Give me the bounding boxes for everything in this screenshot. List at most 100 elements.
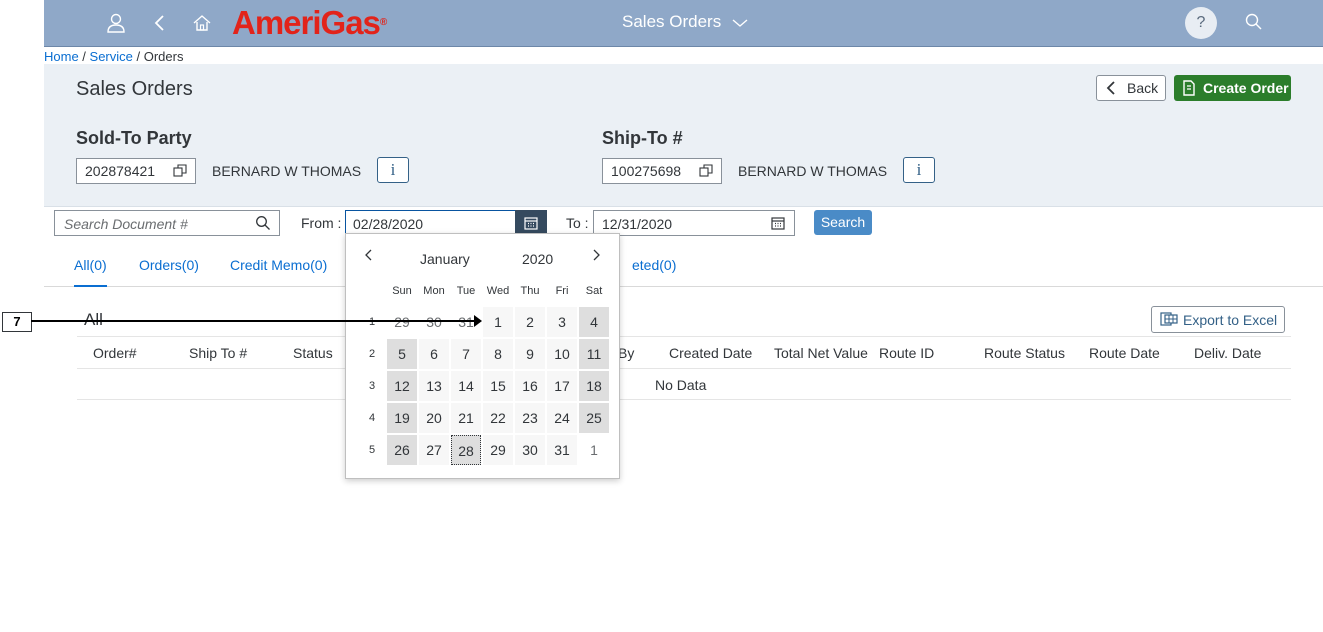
calendar-day[interactable]: 10	[547, 339, 577, 369]
calendar-day[interactable]: 21	[451, 403, 481, 433]
ship-to-id-field[interactable]: 100275698	[602, 158, 722, 184]
ship-to-info-button[interactable]: i	[903, 157, 935, 183]
user-icon[interactable]	[104, 11, 128, 35]
calendar-day[interactable]: 19	[387, 403, 417, 433]
calendar-day[interactable]: 15	[483, 371, 513, 401]
date-picker-popover: January 2020 Sun Mon Tue Wed Thu Fri Sat…	[345, 233, 620, 479]
calendar-day[interactable]: 12	[387, 371, 417, 401]
breadcrumb-home[interactable]: Home	[44, 49, 79, 64]
export-to-excel-button[interactable]: Export to Excel	[1151, 306, 1285, 333]
calendar-day[interactable]: 1	[579, 435, 609, 465]
chevron-right-icon[interactable]	[591, 248, 601, 267]
back-button-label: Back	[1127, 80, 1159, 96]
calendar-day[interactable]: 27	[419, 435, 449, 465]
calendar-day[interactable]: 24	[547, 403, 577, 433]
calendar-icon[interactable]	[771, 216, 785, 230]
sold-to-id-field[interactable]: 202878421	[76, 158, 196, 184]
tab-deleted[interactable]: eted(0)	[632, 257, 676, 273]
calendar-day[interactable]: 11	[579, 339, 609, 369]
shell-title-text: Sales Orders	[622, 12, 722, 31]
tab-all[interactable]: All(0)	[74, 257, 107, 287]
tab-bar: All(0) Orders(0) Credit Memo(0) eted(0)	[44, 250, 1323, 287]
chevron-left-icon	[1106, 81, 1115, 95]
calendar-day[interactable]: 30	[515, 435, 545, 465]
sold-to-name: BERNARD W THOMAS	[212, 163, 362, 179]
export-to-excel-label: Export to Excel	[1183, 312, 1278, 328]
calendar-day[interactable]: 17	[547, 371, 577, 401]
to-date-input[interactable]: 12/31/2020	[593, 210, 795, 236]
sold-to-label: Sold-To Party	[76, 128, 192, 148]
chevron-left-icon[interactable]	[364, 248, 374, 267]
column-header[interactable]: Route Date	[1089, 345, 1160, 361]
search-document-input[interactable]: Search Document #	[54, 210, 280, 236]
to-date-value: 12/31/2020	[602, 216, 673, 232]
calendar-day-focused[interactable]: 28	[451, 435, 481, 465]
chevron-down-icon	[732, 13, 748, 33]
search-icon[interactable]	[1244, 12, 1264, 37]
object-header: Sales Orders Back Create Order Sold-To P…	[44, 64, 1323, 207]
calendar-day[interactable]: 1	[483, 307, 513, 337]
calendar-day[interactable]: 29	[483, 435, 513, 465]
column-header[interactable]: Ship To #	[189, 345, 247, 361]
column-header[interactable]: By	[618, 345, 634, 361]
calendar-day[interactable]: 9	[515, 339, 545, 369]
calendar-day[interactable]: 18	[579, 371, 609, 401]
shell-title-menu[interactable]: Sales Orders	[622, 12, 748, 33]
document-add-icon	[1183, 80, 1195, 96]
column-header[interactable]: Route Status	[984, 345, 1065, 361]
search-button[interactable]: Search	[814, 210, 872, 235]
column-header[interactable]: Route ID	[879, 345, 934, 361]
calendar-day[interactable]: 3	[547, 307, 577, 337]
calendar-month-button[interactable]: January	[420, 251, 470, 267]
breadcrumb-service[interactable]: Service	[90, 49, 133, 64]
create-order-button[interactable]: Create Order	[1174, 75, 1291, 101]
calendar-day[interactable]: 14	[451, 371, 481, 401]
annotation-label: 7	[2, 312, 32, 332]
weekday-header: Mon	[423, 285, 445, 297]
calendar-day[interactable]: 31	[547, 435, 577, 465]
column-header[interactable]: Order#	[93, 345, 137, 361]
ship-to-name: BERNARD W THOMAS	[738, 163, 888, 179]
copy-icon[interactable]	[173, 164, 187, 178]
back-button[interactable]: Back	[1096, 75, 1166, 101]
sold-to-id-value: 202878421	[85, 163, 156, 179]
sold-to-info-button[interactable]: i	[377, 157, 409, 183]
calendar-day[interactable]: 4	[579, 307, 609, 337]
weekday-header: Sun	[392, 285, 412, 297]
copy-icon[interactable]	[699, 164, 713, 178]
column-header[interactable]: Deliv. Date	[1194, 345, 1261, 361]
from-label: From :	[301, 215, 342, 231]
week-number: 1	[368, 316, 376, 328]
calendar-day[interactable]: 5	[387, 339, 417, 369]
tab-orders[interactable]: Orders(0)	[139, 257, 199, 273]
home-icon[interactable]	[190, 11, 214, 35]
calendar-day[interactable]: 20	[419, 403, 449, 433]
search-icon[interactable]	[255, 215, 271, 231]
filter-bar: Search Document # From : 02/28/2020 To :…	[44, 207, 1323, 241]
column-header[interactable]: Status	[293, 345, 333, 361]
weekday-header: Wed	[486, 285, 510, 297]
from-date-value: 02/28/2020	[353, 216, 424, 232]
calendar-year-button[interactable]: 2020	[522, 251, 553, 267]
calendar-day[interactable]: 6	[419, 339, 449, 369]
help-button[interactable]: ?	[1185, 7, 1217, 39]
calendar-day[interactable]: 26	[387, 435, 417, 465]
calendar-day[interactable]: 16	[515, 371, 545, 401]
calendar-day[interactable]: 13	[419, 371, 449, 401]
calendar-day[interactable]: 23	[515, 403, 545, 433]
calendar-day[interactable]: 25	[579, 403, 609, 433]
calendar-day[interactable]: 30	[419, 307, 449, 337]
back-arrow-icon[interactable]	[148, 11, 172, 35]
calendar-day[interactable]: 7	[451, 339, 481, 369]
create-order-label: Create Order	[1203, 80, 1289, 96]
calendar-day[interactable]: 29	[387, 307, 417, 337]
calendar-day[interactable]: 22	[483, 403, 513, 433]
column-header[interactable]: Created Date	[669, 345, 752, 361]
amerigas-logo[interactable]: AmeriGas®	[232, 4, 387, 42]
calendar-day[interactable]: 8	[483, 339, 513, 369]
calendar-day[interactable]: 2	[515, 307, 545, 337]
column-header[interactable]: Total Net Value	[774, 345, 868, 361]
tab-credit-memo[interactable]: Credit Memo(0)	[230, 257, 327, 273]
to-label: To :	[566, 215, 589, 231]
annotation-arrowhead	[474, 315, 482, 327]
